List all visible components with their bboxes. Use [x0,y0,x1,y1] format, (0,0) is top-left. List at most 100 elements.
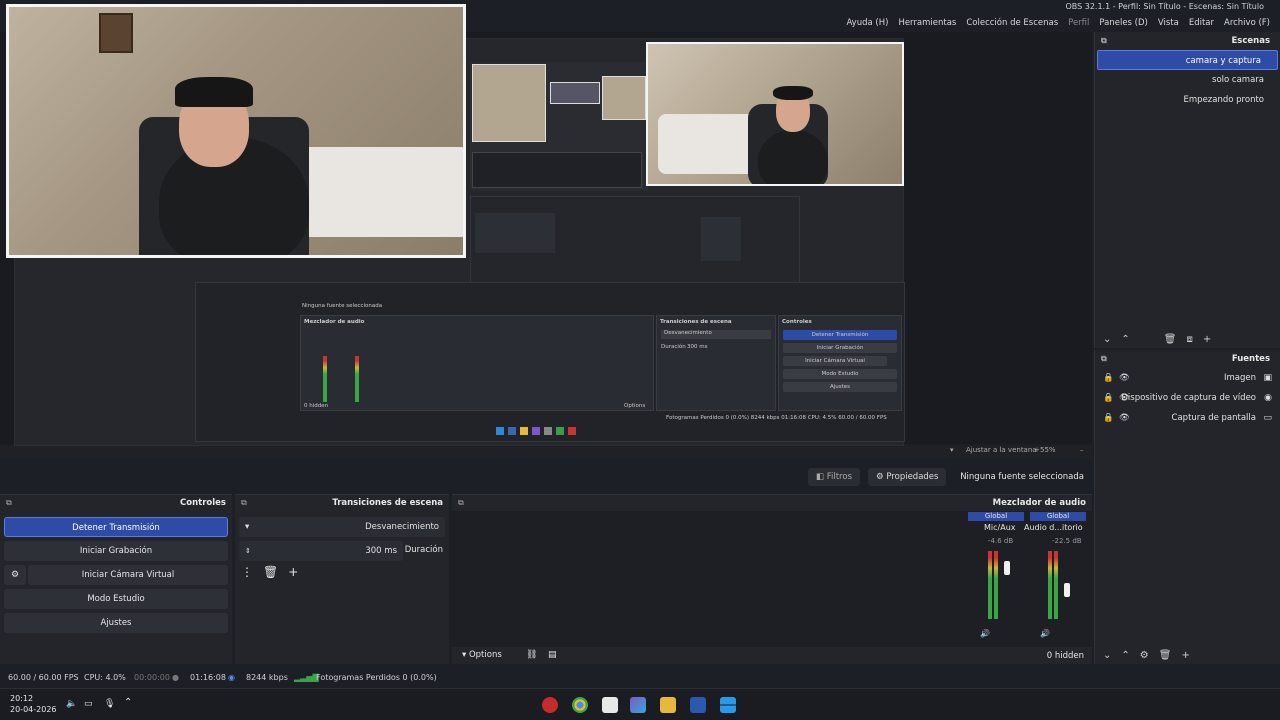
zoom-value: 55% [1040,446,1056,454]
chevron-down-icon[interactable]: ⌄ [1103,650,1111,661]
menu-help[interactable]: Ayuda (H) [846,15,888,32]
dock-icon[interactable]: ⧉ [458,495,464,511]
inner-taskbar [496,427,606,439]
volume-fader[interactable] [1004,561,1010,575]
channel-name[interactable]: Mic/Aux [984,523,1016,532]
controls-title: Controles [180,498,226,508]
obs-app-icon[interactable] [542,697,558,713]
stepper-icon[interactable]: ⇕ [245,541,251,561]
speaker-icon[interactable]: 🔈 [66,699,77,709]
start-virtual-camera-button[interactable]: Iniciar Cámara Virtual [28,565,228,585]
channel-db: -4.6 dB [988,537,1014,545]
menu-profile[interactable]: Perfil [1068,15,1089,32]
eye-icon[interactable]: 👁 [1119,368,1130,388]
stream-time: 01:16:08 [190,673,226,682]
fps-label: 60.00 / 60.00 FPS [8,673,79,682]
scene-item-empezando-pronto[interactable]: Empezando pronto [1095,90,1280,110]
word-icon[interactable] [690,697,706,713]
options-button[interactable]: ▾ Options [462,650,502,660]
bitrate-label: 8244 kbps [246,673,288,682]
network-icon[interactable]: ▭ [84,699,93,709]
sources-panel: ⧉ Fuentes 🔒 👁 Imagen ▣ 🔒 👁 Dispositivo d… [1094,350,1280,664]
lock-icon[interactable]: 🔒 [1103,408,1114,428]
cpu-label: CPU: 4.0% [84,673,126,682]
menu-file[interactable]: Archivo (F) [1224,15,1270,32]
windows-start-icon[interactable] [720,697,736,713]
more-icon[interactable]: ⋮ [241,565,253,579]
image-icon: ▣ [1263,373,1272,383]
eye-icon[interactable]: 👁 [1119,408,1130,428]
link-icon[interactable]: ⛓ [526,650,537,660]
chevron-down-icon[interactable]: ⌄ [1103,334,1111,345]
stop-stream-button[interactable]: Detener Transmisión [4,517,228,537]
layout-icon[interactable]: ▤ [548,650,557,660]
hidden-label[interactable]: 0 hidden [1047,651,1084,661]
app-icon[interactable] [630,697,646,713]
settings-button[interactable]: Ajustes [4,613,228,633]
level-meter [994,551,998,619]
microphone-icon[interactable]: 🎙 [104,699,115,709]
menu-edit[interactable]: Editar [1189,15,1214,32]
chevron-up-icon[interactable]: ⌃ [1121,650,1129,661]
menu-tools[interactable]: Herramientas [898,15,956,32]
chevron-down-icon: ▾ [462,650,469,660]
clock-time: 20:12 [10,694,34,703]
dock-icon[interactable]: ⧉ [1101,350,1107,368]
chevron-down-icon[interactable]: ▾ [950,446,954,454]
chevron-up-icon[interactable]: ⌃ [1121,334,1129,345]
scene-item-camara-y-captura[interactable]: camara y captura [1097,50,1278,70]
gear-icon[interactable]: ⚙ [1140,650,1149,661]
add-icon[interactable]: + [288,565,298,579]
volume-fader[interactable] [1064,583,1070,597]
store-icon[interactable] [602,697,618,713]
properties-button[interactable]: ⚙ Propiedades [868,468,947,486]
transition-type-select[interactable]: ▾ Desvanecimiento [239,517,445,537]
chrome-icon[interactable] [572,697,588,713]
source-label: Captura de pantalla [1171,413,1256,423]
gear-icon[interactable]: ⚙ [4,565,26,585]
channel-db: -22.5 dB [1052,537,1082,545]
source-item-video-capture[interactable]: 🔒 👁 Dispositivo de captura de vídeo ◉ [1095,388,1280,408]
menu-view[interactable]: Vista [1158,15,1179,32]
trash-icon[interactable]: 🗑 [263,565,278,579]
gear-icon: ⚙ [876,472,887,482]
nested-webcam [646,42,904,186]
speaker-icon[interactable]: 🔊 [980,629,990,638]
inner-btn-1: Iniciar Grabación [783,343,897,353]
trash-icon[interactable]: 🗑 [1164,334,1177,345]
filters-button[interactable]: ◧ Filtros [808,468,860,486]
zoom-label[interactable]: Ajustar a la ventana [966,446,1037,454]
source-item-screen-capture[interactable]: 🔒 👁 Captura de pantalla ▭ [1095,408,1280,428]
add-icon[interactable]: + [1203,334,1211,345]
bitrate-graph-icon: ▂▃▅▇ [294,673,319,682]
duration-input[interactable]: ⇕ 300 ms [239,541,403,561]
inner-status: Fotogramas Perdidos 0 (0.0%) 8244 kbps 0… [666,415,887,421]
dock-icon[interactable]: ⧉ [1101,32,1107,50]
transition-toolbar: ⋮ 🗑 + [241,565,298,579]
add-icon[interactable]: + [1181,650,1189,661]
scene-item-solo-camara[interactable]: solo camara [1095,70,1280,90]
inner-btn-2: Iniciar Cámara Virtual [783,356,887,366]
dock-icon[interactable]: ⧉ [6,495,12,511]
source-label: Imagen [1223,373,1256,383]
filter-icon[interactable]: ⧈ [1186,334,1192,345]
lock-icon[interactable]: 🔒 [1103,368,1114,388]
speaker-icon[interactable]: 🔊 [1040,629,1050,638]
transitions-title: Transiciones de escena [332,498,443,508]
clock-date: 20-04-2026 [10,705,57,714]
trash-icon[interactable]: 🗑 [1159,650,1172,661]
webcam-overlay[interactable] [6,4,466,258]
chevron-up-icon[interactable]: ⌃ [124,697,132,708]
source-item-imagen[interactable]: 🔒 👁 Imagen ▣ [1095,368,1280,388]
start-recording-button[interactable]: Iniciar Grabación [4,541,228,561]
folder-icon[interactable] [660,697,676,713]
dock-icon[interactable]: ⧉ [241,495,247,511]
lock-icon[interactable]: 🔒 [1103,388,1114,408]
menu-docks[interactable]: Paneles (D) [1099,15,1147,32]
inner-mixer-title: Mezclador de audio [304,319,365,325]
minus-icon[interactable]: – [1080,446,1084,454]
menu-scene-collection[interactable]: Colección de Escenas [966,15,1058,32]
studio-mode-button[interactable]: Modo Estudio [4,589,228,609]
properties-label: Propiedades [886,472,939,482]
channel-name[interactable]: Audio d...itorio [1024,523,1083,532]
